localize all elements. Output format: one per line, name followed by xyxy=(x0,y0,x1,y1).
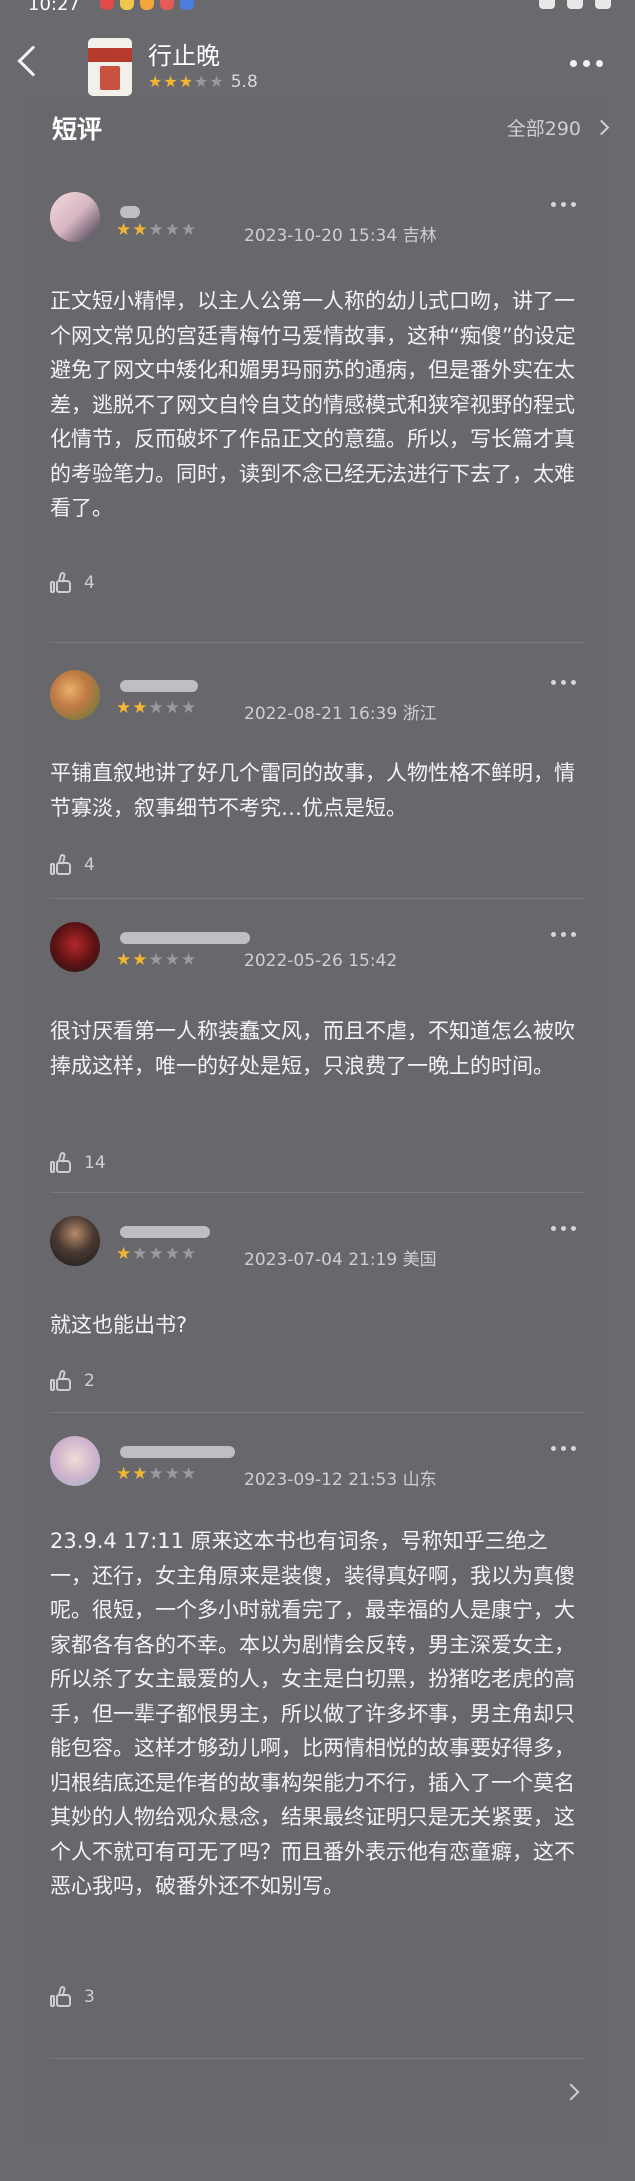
like-button[interactable]: 2 xyxy=(50,1369,95,1392)
view-all-link[interactable]: 全部290 xyxy=(507,114,581,141)
back-icon[interactable] xyxy=(17,45,49,77)
notification-icon xyxy=(100,0,114,10)
chevron-right-icon[interactable] xyxy=(562,2083,580,2101)
section-title: 短评 xyxy=(52,115,103,144)
username-redacted xyxy=(120,680,198,692)
divider xyxy=(50,1192,584,1193)
like-count: 3 xyxy=(84,1987,95,2007)
star-icon: ★ xyxy=(209,72,224,91)
more-options-icon[interactable] xyxy=(551,932,576,937)
like-count: 14 xyxy=(84,1153,106,1173)
notification-icon xyxy=(180,0,194,10)
notification-icon xyxy=(120,0,134,10)
battery-icon xyxy=(595,0,611,9)
thumbs-up-icon xyxy=(50,853,72,876)
section-header: 短评 全部290 xyxy=(52,110,610,146)
avatar[interactable] xyxy=(50,1436,100,1486)
avatar[interactable] xyxy=(50,1216,100,1266)
avatar[interactable] xyxy=(50,192,100,242)
review-stars: ★ ★ ★ ★ ★ xyxy=(116,220,197,240)
wifi-icon xyxy=(567,0,583,9)
review-body: 23.9.4 17:11 原来这本书也有词条，号称知乎三绝之一，还行，女主角原来… xyxy=(50,1529,575,1898)
like-button[interactable]: 4 xyxy=(50,853,95,876)
like-count: 4 xyxy=(84,573,95,593)
star-icon: ★ xyxy=(148,72,163,91)
more-options-icon[interactable] xyxy=(570,60,603,67)
username-redacted xyxy=(120,1446,235,1458)
review-stars: ★ ★ ★ ★ ★ xyxy=(116,698,197,718)
review-item: ★ ★ ★ ★ ★ 2022-08-21 16:39 浙江 平铺直叙地讲了好几个雷同的故… xyxy=(50,670,584,890)
divider xyxy=(50,642,584,643)
review-meta: 2023-09-12 21:53 山东 xyxy=(244,1470,437,1490)
review-item: ★ ★ ★ ★ ★ 2023-10-20 15:34 吉林 正文短小精悍，以主人公第一人… xyxy=(50,192,584,612)
thumbs-up-icon xyxy=(50,1151,72,1174)
review-item: ★ ★ ★ ★ ★ 2023-07-04 21:19 美国 就这也能出书? 2 xyxy=(50,1216,584,1391)
review-item: ★ ★ ★ ★ ★ 2023-09-12 21:53 山东 23.9.4 17:11 原… xyxy=(50,1436,584,2026)
short-reviews-card: 短评 全部290 ★ ★ ★ ★ ★ 2023-10-20 15:34 吉林 正文短小精… xyxy=(24,96,610,2142)
signal-icon xyxy=(539,0,555,9)
star-icon: ★ xyxy=(178,72,194,91)
status-bar: 10:27 xyxy=(0,0,635,15)
divider xyxy=(50,2058,584,2059)
thumbs-up-icon xyxy=(50,571,72,594)
rating-value: 5.8 xyxy=(230,72,258,92)
star-icon: ★ xyxy=(163,72,178,91)
like-button[interactable]: 14 xyxy=(50,1151,106,1174)
chevron-right-icon[interactable] xyxy=(593,119,610,136)
avatar[interactable] xyxy=(50,670,100,720)
review-stars: ★ ★ ★ ★ ★ xyxy=(116,1464,197,1484)
review-body: 平铺直叙地讲了好几个雷同的故事，人物性格不鲜明，情节寡淡，叙事细节不考究…优点是… xyxy=(50,761,575,820)
book-rating: ★ ★ ★ ★ ★ 5.8 xyxy=(148,72,258,92)
thumbs-up-icon xyxy=(50,1369,72,1392)
review-meta: 2022-05-26 15:42 xyxy=(244,951,398,971)
review-meta: 2023-10-20 15:34 吉林 xyxy=(244,226,437,246)
avatar[interactable] xyxy=(50,922,100,972)
review-body: 很讨厌看第一人称装蠢文风，而且不虐，不知道怎么被吹捧成这样，唯一的好处是短，只浪… xyxy=(50,1019,575,1078)
book-title: 行止晚 xyxy=(148,42,220,70)
username-redacted xyxy=(120,1226,210,1238)
book-cover[interactable] xyxy=(88,38,132,96)
like-button[interactable]: 3 xyxy=(50,1985,95,2008)
divider xyxy=(50,898,584,899)
review-meta: 2022-08-21 16:39 浙江 xyxy=(244,704,437,724)
more-options-icon[interactable] xyxy=(551,1446,576,1451)
username-redacted xyxy=(120,932,250,944)
star-icon: ★ xyxy=(194,72,209,91)
review-body: 就这也能出书? xyxy=(50,1313,188,1337)
divider xyxy=(50,1412,584,1413)
username-redacted xyxy=(120,206,140,218)
more-options-icon[interactable] xyxy=(551,202,576,207)
like-count: 4 xyxy=(84,855,95,875)
more-options-icon[interactable] xyxy=(551,1226,576,1231)
notification-icon xyxy=(160,0,174,10)
notification-icons xyxy=(100,0,194,10)
review-item: ★ ★ ★ ★ ★ 2022-05-26 15:42 很讨厌看第一人称装蠢文风，而且不虐… xyxy=(50,922,584,1174)
like-count: 2 xyxy=(84,1371,95,1391)
review-meta: 2023-07-04 21:19 美国 xyxy=(244,1250,437,1270)
like-button[interactable]: 4 xyxy=(50,571,95,594)
review-body: 正文短小精悍，以主人公第一人称的幼儿式口吻，讲了一个网文常见的宫廷青梅竹马爱情故… xyxy=(50,289,576,520)
system-icons xyxy=(539,0,611,9)
status-time: 10:27 xyxy=(28,0,80,15)
thumbs-up-icon xyxy=(50,1985,72,2008)
review-stars: ★ ★ ★ ★ ★ xyxy=(116,1244,197,1264)
notification-icon xyxy=(140,0,154,10)
more-options-icon[interactable] xyxy=(551,680,576,685)
review-stars: ★ ★ ★ ★ ★ xyxy=(116,950,197,970)
